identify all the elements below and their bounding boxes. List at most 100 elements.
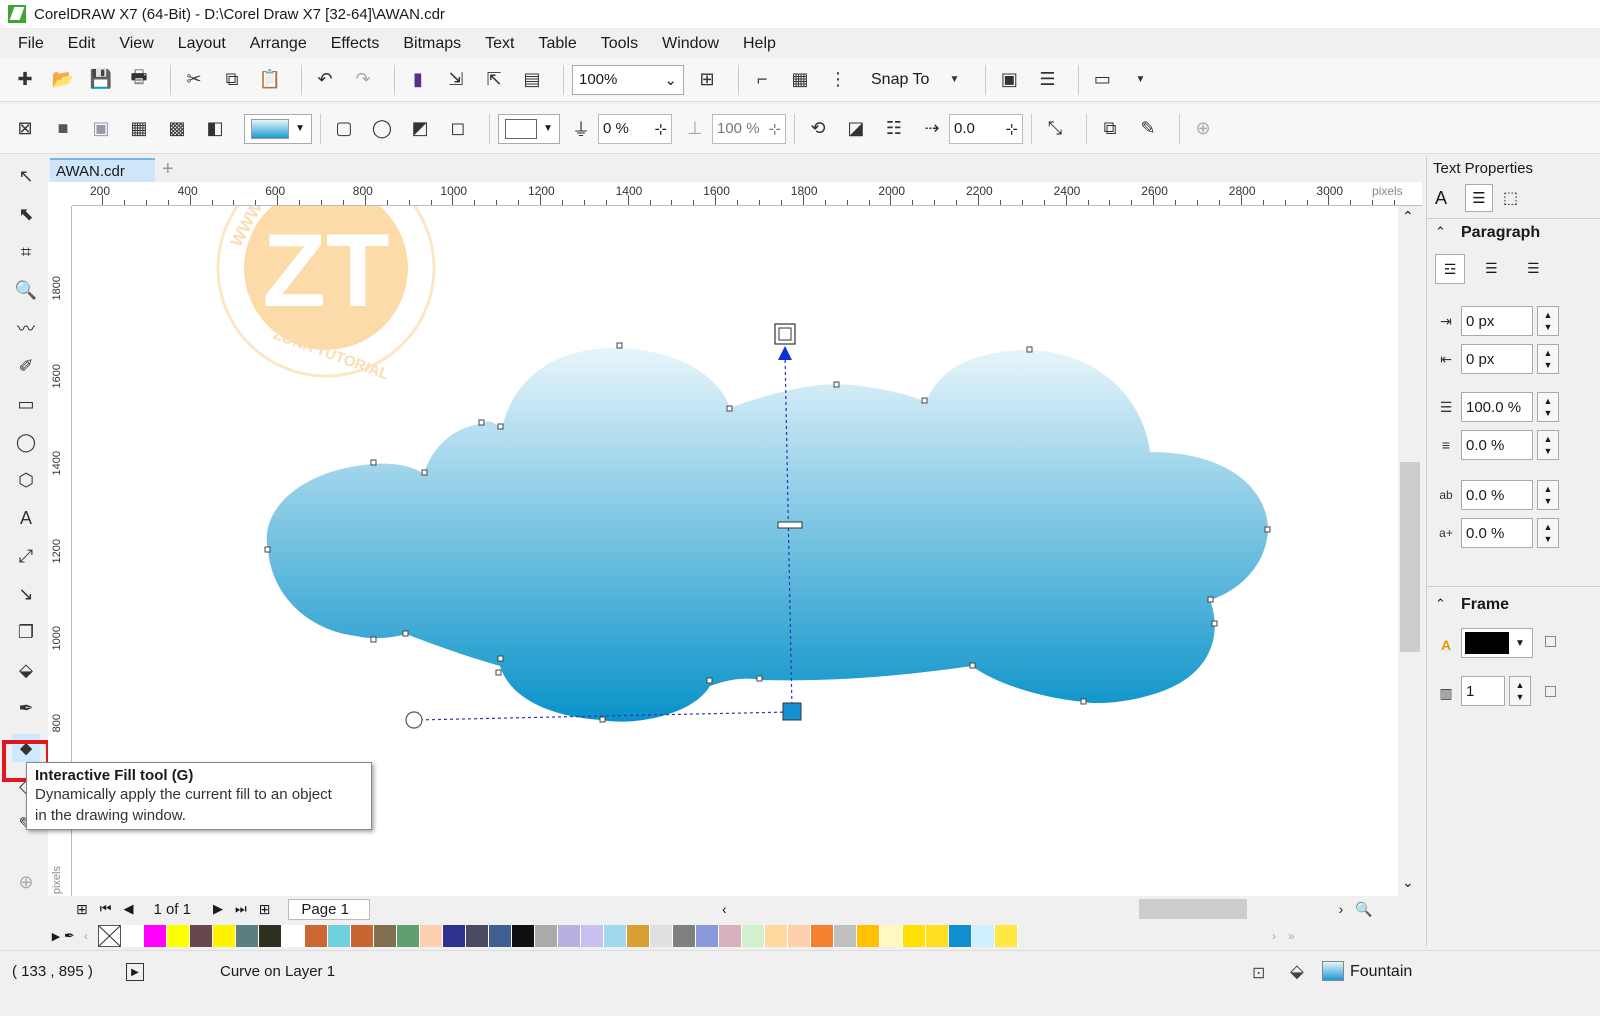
palette-expand-icon[interactable]: » — [1288, 929, 1295, 943]
eyedropper-tool-icon[interactable]: ✒ — [12, 694, 40, 722]
menu-help[interactable]: Help — [743, 35, 776, 53]
slider-icon[interactable]: ⊹ — [1005, 120, 1018, 138]
cut-icon[interactable]: ✂ — [179, 65, 209, 95]
line-spacing-field[interactable]: 100.0 % — [1461, 392, 1533, 422]
word-spacing-field[interactable]: 0.0 % — [1461, 518, 1533, 548]
vector-pattern-fill-icon[interactable]: ▦ — [124, 114, 154, 144]
menu-bitmaps[interactable]: Bitmaps — [403, 35, 461, 53]
fill-swatch[interactable] — [1322, 961, 1344, 981]
chevron-up-icon[interactable]: ⌃ — [1435, 224, 1446, 240]
fill-color-blend-icon[interactable]: ◪ — [841, 114, 871, 144]
application-launcher-icon[interactable]: ▭ — [1087, 65, 1117, 95]
page-1-tab[interactable]: Page 1 — [288, 898, 370, 920]
menu-layout[interactable]: Layout — [178, 35, 226, 53]
show-rulers-icon[interactable]: ⌐ — [747, 65, 777, 95]
palette-swatch[interactable] — [742, 925, 765, 947]
palette-swatch[interactable] — [397, 925, 420, 947]
left-indent-spinner[interactable]: ▲ ▼ — [1537, 306, 1559, 336]
no-color-swatch[interactable] — [98, 925, 121, 947]
fill-width-handle[interactable] — [405, 711, 423, 729]
zoom-tool-icon[interactable]: 🔍 — [12, 276, 40, 304]
menu-view[interactable]: View — [119, 35, 153, 53]
menu-table[interactable]: Table — [538, 35, 576, 53]
character-icon[interactable]: A — [1435, 188, 1447, 209]
fill-picker[interactable]: ▼ — [244, 113, 312, 144]
chevron-up-icon[interactable]: ⌃ — [1402, 208, 1414, 225]
chevron-down-icon[interactable]: ⌄ — [1402, 874, 1414, 891]
copy-icon[interactable]: ⧉ — [217, 65, 247, 95]
chevron-down-icon[interactable]: ▼ — [939, 65, 969, 95]
connector-tool-icon[interactable]: ↘ — [12, 580, 40, 608]
palette-swatch[interactable] — [466, 925, 489, 947]
palette-swatch[interactable] — [719, 925, 742, 947]
palette-swatch[interactable] — [581, 925, 604, 947]
chevron-left-icon[interactable]: ‹ — [84, 929, 98, 943]
artistic-media-tool-icon[interactable]: ✐ — [12, 352, 40, 380]
menu-file[interactable]: File — [18, 35, 44, 53]
frame-color-picker[interactable]: ▼ — [1461, 628, 1533, 658]
fill-midpoint-slider[interactable] — [777, 521, 803, 529]
document-tab[interactable]: AWAN.cdr — [50, 158, 155, 182]
ellipse-tool-icon[interactable]: ◯ — [12, 428, 40, 456]
customize-toolbox-icon[interactable]: ⊕ — [12, 868, 40, 896]
palette-swatch[interactable] — [903, 925, 926, 947]
no-alignment-icon[interactable]: ☲ — [1435, 254, 1465, 284]
right-indent-spinner[interactable]: ▲ ▼ — [1537, 344, 1559, 374]
chevron-up-icon[interactable]: ⌃ — [1435, 596, 1446, 612]
vertical-scroll-thumb[interactable] — [1400, 462, 1420, 652]
word-spacing-spinner[interactable]: ▲ ▼ — [1537, 518, 1559, 548]
zoom-level-combo[interactable]: 100% ⌄ — [572, 64, 684, 95]
palette-swatch[interactable] — [834, 925, 857, 947]
columns-field[interactable]: 1 — [1461, 676, 1505, 706]
fill-end-node[interactable] — [782, 702, 802, 721]
character-spacing-spinner[interactable]: ▲ ▼ — [1537, 480, 1559, 510]
zoom-navigator-icon[interactable]: 🔍 — [1355, 901, 1372, 918]
node-transparency-field[interactable]: 0 % ⊹ — [598, 113, 672, 144]
paste-icon[interactable]: 📋 — [255, 65, 285, 95]
menu-text[interactable]: Text — [485, 35, 514, 53]
fountain-fill-icon[interactable]: ▣ — [86, 114, 116, 144]
palette-swatch[interactable] — [351, 925, 374, 947]
snap-to-dropdown[interactable]: Snap To — [871, 71, 929, 89]
welcome-screen-icon[interactable]: ▣ — [994, 65, 1024, 95]
add-page-after-icon[interactable]: ⊞ — [259, 901, 271, 918]
character-spacing-field[interactable]: 0.0 % — [1461, 480, 1533, 510]
copy-fill-icon[interactable]: ⧉ — [1095, 114, 1125, 144]
freehand-tool-icon[interactable]: 〰 — [12, 314, 40, 342]
menu-window[interactable]: Window — [662, 35, 719, 53]
palette-swatch[interactable] — [121, 925, 144, 947]
paragraph-icon[interactable]: ☰ — [1465, 184, 1493, 212]
polygon-tool-icon[interactable]: ⬡ — [12, 466, 40, 494]
palette-swatch[interactable] — [696, 925, 719, 947]
node-color-picker[interactable]: ▼ — [498, 113, 560, 144]
palette-swatch[interactable] — [972, 925, 995, 947]
horizontal-scroll-thumb[interactable] — [1138, 899, 1247, 919]
chevron-right-icon[interactable]: › — [1272, 929, 1276, 943]
palette-swatch[interactable] — [489, 925, 512, 947]
right-indent-field[interactable]: 0 px — [1461, 344, 1533, 374]
import-icon[interactable]: ⇲ — [441, 65, 471, 95]
parallel-dimension-tool-icon[interactable]: ⤢ — [12, 542, 40, 570]
add-icon[interactable]: ⊕ — [1188, 114, 1218, 144]
slider-icon[interactable]: ⊹ — [654, 120, 667, 138]
text-tool-icon[interactable]: A — [12, 504, 40, 532]
status-expand-icon[interactable]: ▶ — [126, 963, 144, 981]
add-tab-icon[interactable]: + — [162, 158, 174, 181]
horizontal-ruler[interactable]: 200 400 600 800 1000 1200 1400 1600 1800 2000 2200… — [72, 182, 1422, 206]
palette-scroll-left-icon[interactable]: ▶ — [48, 930, 64, 943]
line-spacing-spinner[interactable]: ▲ ▼ — [1537, 392, 1559, 422]
left-indent-field[interactable]: 0 px — [1461, 306, 1533, 336]
palette-swatch[interactable] — [788, 925, 811, 947]
frame-icon[interactable]: ⬚ — [1503, 188, 1518, 208]
palette-swatch[interactable] — [880, 925, 903, 947]
rectangular-fountain-icon[interactable]: ◻ — [443, 114, 473, 144]
palette-swatch[interactable] — [167, 925, 190, 947]
reverse-fill-icon[interactable]: ⟲ — [803, 114, 833, 144]
columns-spinner[interactable]: ▲ ▼ — [1509, 676, 1531, 706]
palette-swatch[interactable] — [558, 925, 581, 947]
palette-swatch[interactable] — [811, 925, 834, 947]
cloud-shape[interactable] — [266, 347, 1269, 722]
columns-checkbox[interactable] — [1545, 686, 1556, 697]
drop-shadow-tool-icon[interactable]: ❐ — [12, 618, 40, 646]
new-document-icon[interactable]: ✚ — [10, 65, 40, 95]
